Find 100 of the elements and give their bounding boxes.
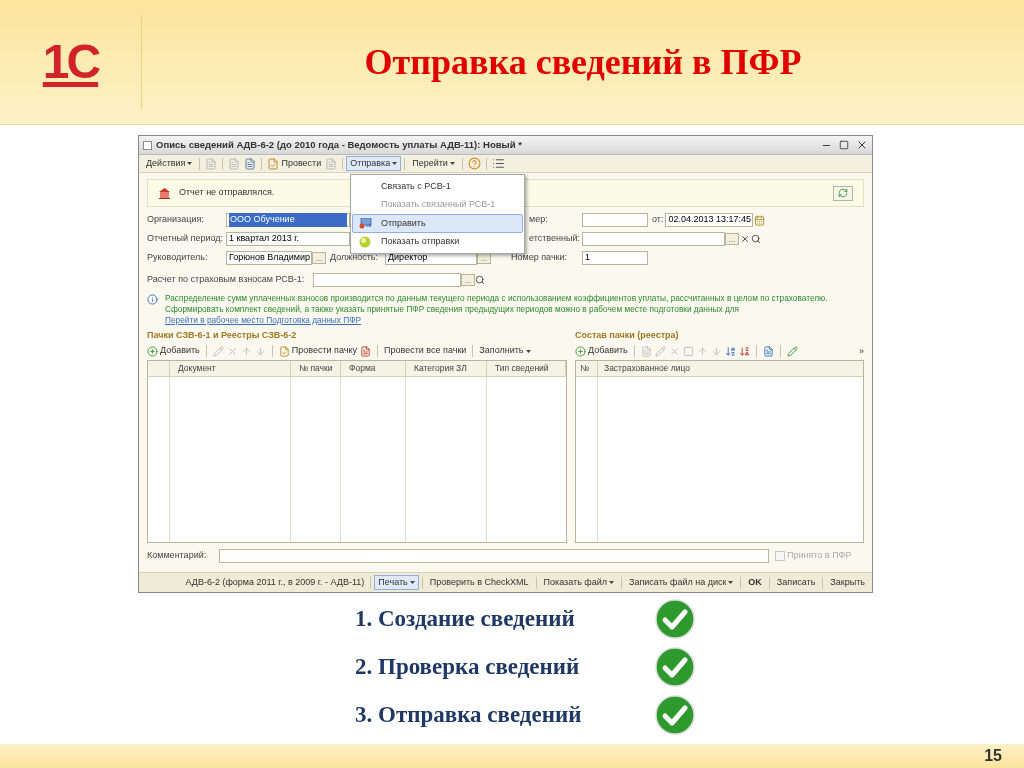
column-header[interactable]: Форма <box>341 361 406 376</box>
column-header[interactable]: Застрахованное лицо <box>598 361 863 376</box>
organization-field[interactable]: ООО Обучение <box>226 213 350 227</box>
action-button[interactable]: Записать <box>772 575 820 590</box>
caret-icon <box>187 162 193 165</box>
menu-button[interactable]: Действия <box>142 156 197 171</box>
info-icon <box>147 294 158 305</box>
post-all-button[interactable]: Провести все пачки <box>384 344 467 358</box>
clear-icon[interactable] <box>740 234 750 244</box>
send-icon <box>358 217 372 229</box>
rsv-field[interactable] <box>313 273 461 287</box>
plus-icon <box>147 345 158 357</box>
window-title: Опись сведений АДВ-6-2 (до 2010 года - Ведомость уплаты АДВ-11): Новый * <box>156 137 523 152</box>
field-label: Руководитель: <box>147 251 209 265</box>
responsible-field[interactable] <box>582 232 725 246</box>
sort-ascending-icon[interactable] <box>724 345 736 357</box>
document-icon[interactable] <box>640 345 652 357</box>
section-title: Состав пачки (реестра) <box>575 329 680 342</box>
number-field[interactable] <box>582 213 648 227</box>
list-icon[interactable] <box>491 157 505 170</box>
window-icon <box>143 140 152 150</box>
logo: 1С <box>42 38 99 86</box>
page-number: 15 <box>984 746 1002 766</box>
manager-field[interactable]: Горюнов Владимир <box>226 251 312 265</box>
square-icon[interactable] <box>682 345 694 357</box>
field-label: Расчет по страховым взносам РСВ-1: <box>147 273 306 287</box>
add-button[interactable]: Добавить <box>575 344 628 358</box>
menu-button[interactable]: Перейти <box>408 156 459 171</box>
ok-button[interactable]: OK <box>744 575 766 590</box>
down-icon[interactable] <box>710 345 722 357</box>
field-label: Должность: <box>330 251 380 265</box>
date-field[interactable]: 02.04.2013 13:17:45 <box>665 213 754 227</box>
report-form-label: АДВ-6-2 (форма 2011 г., в 2009 г. - АДВ-11) <box>184 575 366 589</box>
sort-descending-icon[interactable] <box>738 345 750 357</box>
column-header[interactable]: Категория ЗЛ <box>406 361 487 376</box>
menu-item[interactable]: Связать с РСВ-1 <box>352 177 523 196</box>
post-button[interactable]: Провести <box>265 156 324 171</box>
plus-icon <box>575 345 586 357</box>
pencil-icon[interactable] <box>654 345 666 357</box>
delete-icon[interactable] <box>226 345 238 357</box>
column-header[interactable]: Тип сведений <box>487 361 566 376</box>
action-button[interactable]: Проверить в CheckXML <box>425 575 533 590</box>
select-button[interactable]: ... <box>461 274 475 286</box>
fill-button[interactable]: Заполнить <box>479 344 531 358</box>
more-button[interactable]: » <box>859 346 864 356</box>
document-check-icon <box>278 345 290 357</box>
maximize-icon[interactable] <box>839 140 849 150</box>
column-header[interactable]: Документ <box>170 361 291 376</box>
close-icon[interactable] <box>856 139 868 151</box>
field-label: мер: <box>529 213 549 227</box>
menu-button[interactable]: Показать файл <box>539 575 618 590</box>
caret-icon <box>392 162 398 165</box>
field-label: Комментарий: <box>147 549 208 563</box>
select-button[interactable]: ... <box>312 252 326 264</box>
action-button[interactable]: Закрыть <box>826 575 869 590</box>
pack-number-field[interactable]: 1 <box>582 251 648 265</box>
field-label: от: <box>652 213 664 227</box>
step-text: 3. Отправка сведений <box>355 700 583 729</box>
menu-button[interactable]: Печать <box>374 575 419 590</box>
document-icon[interactable] <box>360 345 371 357</box>
building-icon <box>158 187 171 199</box>
search-icon[interactable] <box>751 234 761 244</box>
field-label: Организация: <box>147 213 205 227</box>
workplace-link[interactable]: Перейти в рабочее место Подготовка данных ПФР <box>165 315 864 326</box>
up-icon[interactable] <box>696 345 708 357</box>
ball-icon <box>359 235 371 248</box>
menu-button[interactable]: Отправка <box>346 156 402 171</box>
field-label: Отчетный период: <box>147 232 225 246</box>
menu-button[interactable]: Записать файл на диск <box>625 575 738 590</box>
document-icon[interactable] <box>244 157 257 170</box>
pencil-icon[interactable] <box>212 345 224 357</box>
delete-icon[interactable] <box>668 345 680 357</box>
caret-icon <box>409 581 415 584</box>
column-header[interactable]: № пачки <box>291 361 341 376</box>
document-icon[interactable] <box>762 345 774 357</box>
add-button[interactable]: Добавить <box>147 344 200 358</box>
caret-icon <box>525 349 531 353</box>
section-title: Пачки СЗВ-6-1 и Реестры СЗВ-6-2 <box>147 329 298 342</box>
search-icon[interactable] <box>475 275 485 285</box>
step-text: 2. Проверка сведений <box>355 652 581 681</box>
column-header[interactable]: № <box>576 361 598 376</box>
document-check-icon <box>267 157 280 170</box>
caret-icon <box>449 162 455 165</box>
calendar-icon[interactable] <box>754 214 766 226</box>
menu-item[interactable]: Отправить <box>352 214 523 233</box>
info-text: Распределение сумм уплаченных взносов производится по данным текущего периода с использованием коэффициентов уплаты, рассчитанных в целом по страхователю. Сформировать комплект сведений, а также указать принятые ПФР сведения предыдущих периодов можно в рабочем месте подготовки данных для <box>165 293 829 315</box>
caret-icon <box>609 581 614 584</box>
comment-field[interactable] <box>219 549 769 563</box>
period-field[interactable]: 1 квартал 2013 г. <box>226 232 350 246</box>
refresh-button[interactable] <box>833 185 853 201</box>
select-button[interactable]: ... <box>725 233 739 245</box>
up-icon[interactable] <box>240 345 252 357</box>
caret-icon <box>728 581 734 584</box>
help-icon[interactable] <box>467 157 481 170</box>
menu-item[interactable]: Показать отправки <box>352 232 523 251</box>
checkbox-label: Принято в ПФР <box>787 549 852 563</box>
down-icon[interactable] <box>254 345 266 357</box>
pencil-icon[interactable] <box>786 345 798 357</box>
post-pack-button[interactable]: Провести пачку <box>278 344 357 358</box>
slide-title: Отправка сведений в ПФР <box>364 41 802 84</box>
